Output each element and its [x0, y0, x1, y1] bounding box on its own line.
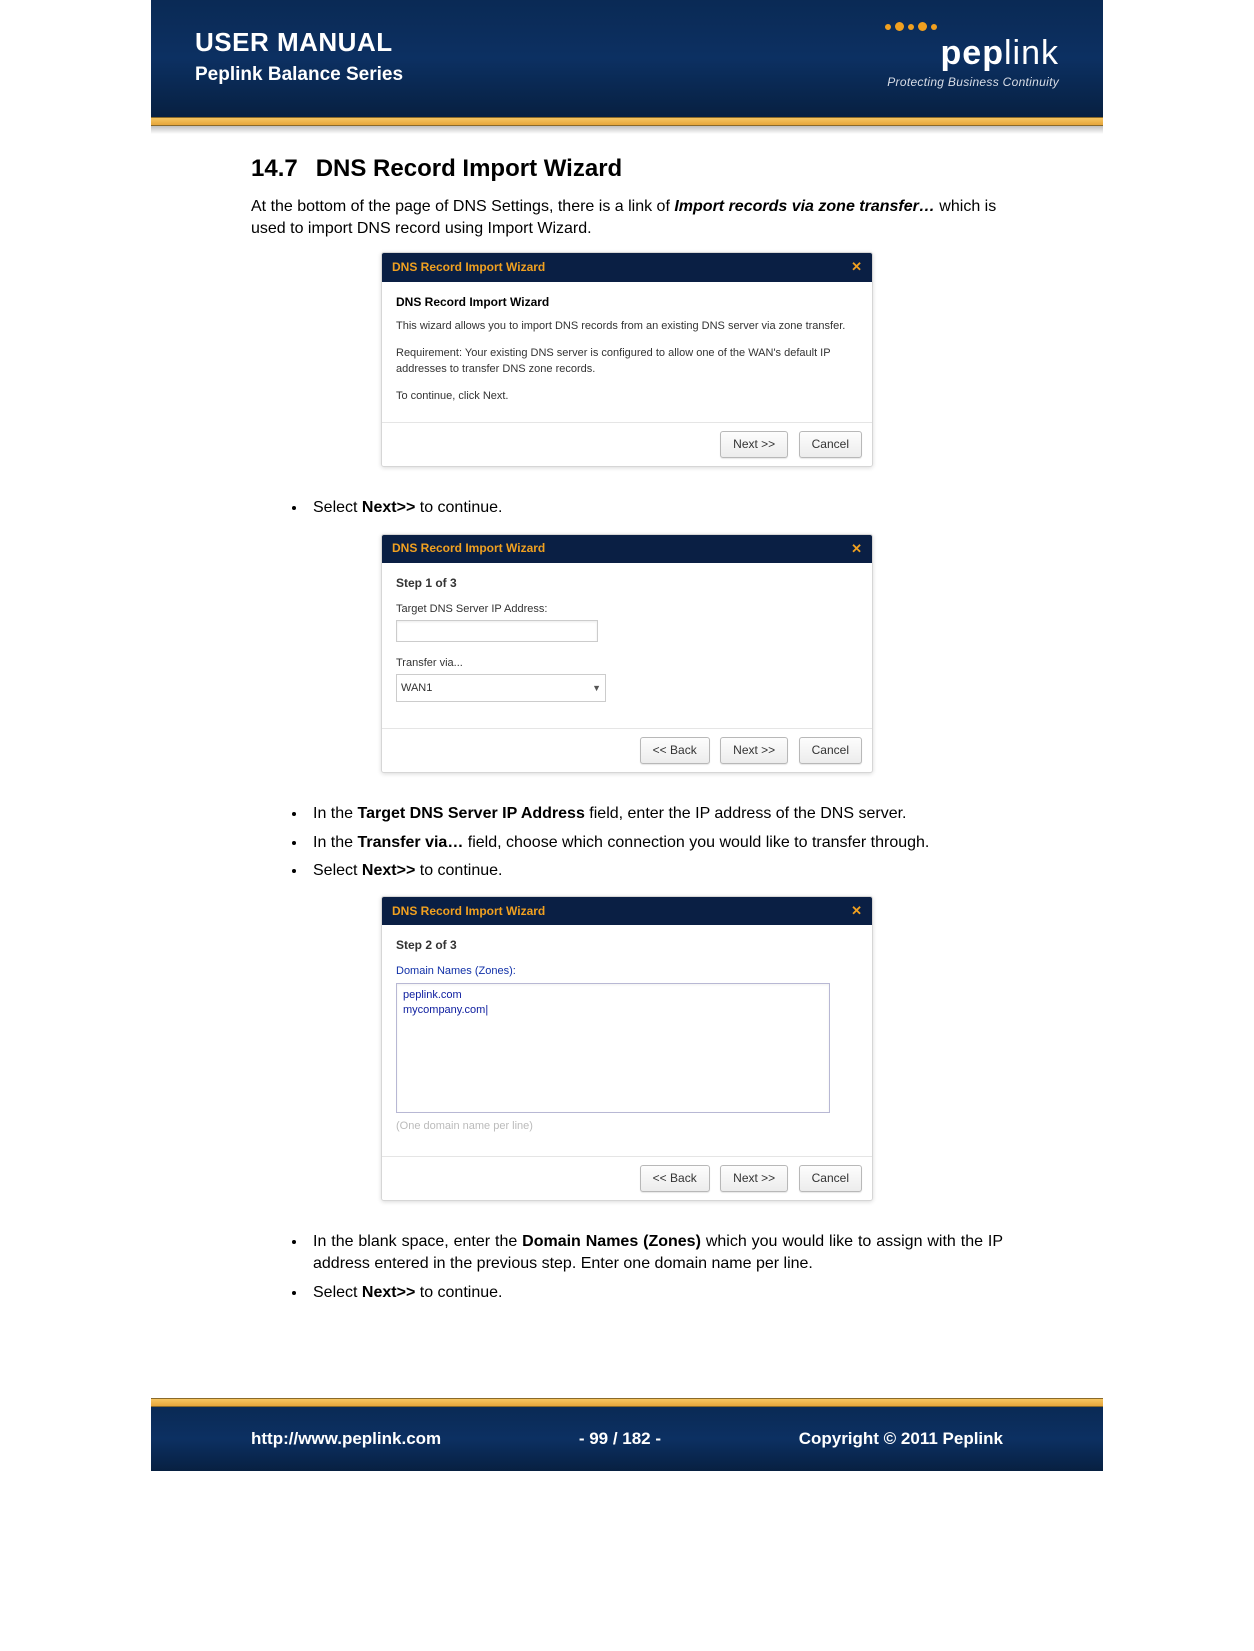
brand-tagline: Protecting Business Continuity	[885, 75, 1059, 89]
wizard-title: DNS Record Import Wizard	[392, 259, 545, 276]
header-divider	[151, 117, 1103, 126]
wizard-text: This wizard allows you to import DNS rec…	[396, 318, 858, 335]
step-label: Step 2 of 3	[396, 937, 858, 954]
logo-dot-icon	[918, 22, 927, 31]
transfer-via-select[interactable]: WAN1 ▼	[396, 674, 606, 702]
section-heading: 14.7 DNS Record Import Wizard	[251, 152, 1003, 186]
instruction-item: In the Transfer via… field, choose which…	[307, 832, 1003, 854]
manual-subtitle: Peplink Balance Series	[195, 64, 403, 86]
wizard-dialog-intro: DNS Record Import Wizard ✕ DNS Record Im…	[381, 252, 873, 467]
brand-name: peplink	[885, 34, 1059, 73]
instruction-item: Select Next>> to continue.	[307, 860, 1003, 882]
wizard-title: DNS Record Import Wizard	[392, 540, 545, 557]
import-link-text: Import records via zone transfer…	[674, 198, 935, 215]
footer-url: http://www.peplink.com	[251, 1429, 441, 1449]
cancel-button[interactable]: Cancel	[799, 431, 862, 458]
logo-dot-icon	[908, 24, 914, 30]
brand-logo: peplink Protecting Business Continuity	[885, 22, 1059, 91]
wizard-dialog-step2: DNS Record Import Wizard ✕ Step 2 of 3 D…	[381, 896, 873, 1201]
logo-dot-icon	[895, 22, 904, 31]
wizard-heading: DNS Record Import Wizard	[396, 294, 858, 311]
page-content: 14.7 DNS Record Import Wizard At the bott…	[151, 134, 1103, 1358]
next-button[interactable]: Next >>	[720, 1165, 788, 1192]
close-icon[interactable]: ✕	[851, 258, 862, 276]
ip-input[interactable]	[396, 620, 598, 642]
wizard-text: To continue, click Next.	[396, 388, 858, 405]
next-button[interactable]: Next >>	[720, 431, 788, 458]
step-label: Step 1 of 3	[396, 575, 858, 592]
close-icon[interactable]: ✕	[851, 540, 862, 558]
back-button[interactable]: << Back	[640, 1165, 710, 1192]
logo-dot-icon	[931, 24, 937, 30]
section-number: 14.7	[251, 152, 298, 186]
section-title: DNS Record Import Wizard	[316, 155, 622, 182]
wizard-title: DNS Record Import Wizard	[392, 903, 545, 920]
chevron-down-icon: ▼	[592, 682, 601, 695]
ip-label: Target DNS Server IP Address:	[396, 602, 858, 617]
wizard-text: Requirement: Your existing DNS server is…	[396, 345, 858, 378]
cancel-button[interactable]: Cancel	[799, 737, 862, 764]
instruction-item: In the Target DNS Server IP Address fiel…	[307, 803, 1003, 825]
manual-title: USER MANUAL	[195, 27, 403, 58]
page-header: USER MANUAL Peplink Balance Series pepli…	[151, 0, 1103, 134]
select-value: WAN1	[401, 681, 432, 696]
domains-textarea[interactable]: peplink.com mycompany.com|	[396, 983, 830, 1113]
domains-hint: (One domain name per line)	[396, 1119, 858, 1134]
page-footer: http://www.peplink.com - 99 / 182 - Copy…	[151, 1398, 1103, 1471]
close-icon[interactable]: ✕	[851, 902, 862, 920]
wizard-dialog-step1: DNS Record Import Wizard ✕ Step 1 of 3 T…	[381, 534, 873, 774]
next-button[interactable]: Next >>	[720, 737, 788, 764]
section-intro: At the bottom of the page of DNS Setting…	[251, 196, 1003, 241]
logo-dot-icon	[885, 24, 891, 30]
instruction-item: Select Next>> to continue.	[307, 497, 1003, 519]
instruction-item: In the blank space, enter the Domain Nam…	[307, 1231, 1003, 1276]
footer-page: - 99 / 182 -	[579, 1429, 661, 1449]
domains-label: Domain Names (Zones):	[396, 964, 858, 979]
back-button[interactable]: << Back	[640, 737, 710, 764]
instruction-item: Select Next>> to continue.	[307, 1282, 1003, 1304]
footer-copyright: Copyright © 2011 Peplink	[799, 1429, 1003, 1449]
cancel-button[interactable]: Cancel	[799, 1165, 862, 1192]
transfer-via-label: Transfer via...	[396, 656, 858, 671]
